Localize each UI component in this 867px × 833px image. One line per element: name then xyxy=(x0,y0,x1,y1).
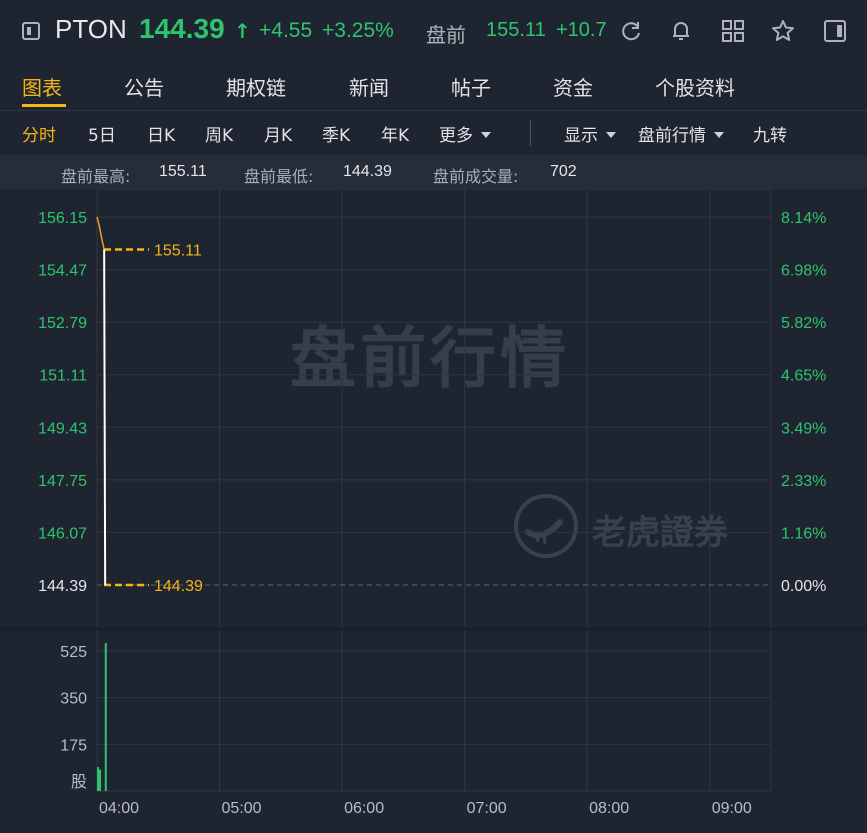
reference-line-label: 155.11 xyxy=(154,243,202,260)
premarket-dropdown[interactable]: 盘前行情 xyxy=(638,121,724,146)
tab-news[interactable]: 新闻 xyxy=(349,72,389,101)
tab-company-profile[interactable]: 个股资料 xyxy=(655,72,735,101)
volume-tick-label: 525 xyxy=(60,644,87,661)
intraday-chart[interactable]: 156.15 154.47 152.79 151.11 149.43 147.75 146.… xyxy=(0,189,867,833)
volume-tick-label: 350 xyxy=(60,691,87,708)
percent-tick-label: 2.33% xyxy=(781,473,826,490)
price-change: +4.55 xyxy=(259,19,313,42)
time-tick-label: 09:00 xyxy=(712,800,752,817)
period-year-k[interactable]: 年K xyxy=(381,121,409,146)
period-intraday[interactable]: 分时 xyxy=(22,121,56,146)
price-axis: 156.15 154.47 152.79 151.11 149.43 147.75 146.… xyxy=(38,210,87,595)
premarket-stats: 盘前最高: 155.11 盘前最低: 144.39 盘前成交量: 702 xyxy=(0,155,867,189)
quote-header: PTON 144.39 ↑ +4.55 +3.25% 盘前 155.11 +10… xyxy=(0,0,867,62)
panel-toggle-icon[interactable] xyxy=(822,18,848,44)
time-tick-label: 07:00 xyxy=(467,800,507,817)
period-week-k[interactable]: 周K xyxy=(205,121,233,146)
period-quarter-k[interactable]: 季K xyxy=(322,121,350,146)
active-tab-indicator xyxy=(22,104,66,107)
last-price: 144.39 xyxy=(139,13,225,44)
bell-icon[interactable] xyxy=(668,18,694,44)
sidebar-toggle-icon[interactable] xyxy=(22,22,40,40)
chart-frame xyxy=(96,189,772,792)
toolbar-divider xyxy=(530,120,531,146)
detail-tabs: 图表 公告 期权链 新闻 帖子 资金 个股资料 xyxy=(0,62,867,111)
percent-tick-label: 1.16% xyxy=(781,525,826,542)
grid-icon[interactable] xyxy=(720,18,746,44)
chevron-down-icon xyxy=(714,132,724,138)
price-tick-label: 152.79 xyxy=(38,315,87,332)
time-tick-label: 05:00 xyxy=(222,800,262,817)
period-more-label: 更多 xyxy=(439,126,473,146)
nine-turn-button[interactable]: 九转 xyxy=(753,121,787,146)
premarket-low-value: 144.39 xyxy=(343,163,392,180)
tab-capital-flow[interactable]: 资金 xyxy=(553,72,593,101)
premarket-volume-value: 702 xyxy=(550,163,577,180)
premarket-volume-label: 盘前成交量: xyxy=(433,167,519,186)
volume-bar xyxy=(104,643,107,791)
time-tick-label: 08:00 xyxy=(589,800,629,817)
period-selector: 分时 5日 日K 周K 月K 季K 年K 更多 显示 盘前行情 九转 xyxy=(0,111,867,155)
tab-announcements[interactable]: 公告 xyxy=(124,72,164,101)
price-tick-label: 147.75 xyxy=(38,473,87,490)
period-5day[interactable]: 5日 xyxy=(88,121,116,146)
premarket-high-value: 155.11 xyxy=(159,163,207,180)
percent-tick-label: 8.14% xyxy=(781,210,826,227)
percent-axis: 8.14% 6.98% 5.82% 4.65% 3.49% 2.33% 1.16% 0.00% xyxy=(781,210,826,595)
premarket-low-label: 盘前最低: xyxy=(244,167,314,186)
price-tick-label: 156.15 xyxy=(38,210,87,227)
stock-symbol: PTON xyxy=(55,14,127,44)
volume-unit-label: 股 xyxy=(71,772,87,791)
tab-options-chain[interactable]: 期权链 xyxy=(226,72,286,101)
refresh-icon[interactable] xyxy=(618,18,644,44)
volume-bar xyxy=(99,769,102,791)
percent-tick-label: 6.98% xyxy=(781,263,826,280)
percent-tick-label: 4.65% xyxy=(781,368,826,385)
price-series-line xyxy=(96,216,105,250)
price-tick-label: 154.47 xyxy=(38,263,87,280)
price-line xyxy=(96,216,107,586)
price-tick-label: 151.11 xyxy=(39,368,87,385)
period-more-dropdown[interactable]: 更多 xyxy=(439,121,491,146)
time-axis: 04:00 05:00 06:00 07:00 08:00 09:00 xyxy=(99,800,752,817)
tab-posts[interactable]: 帖子 xyxy=(451,72,491,101)
period-day-k[interactable]: 日K xyxy=(147,121,175,146)
reference-lines: 155.11 144.39 xyxy=(104,243,203,595)
price-change-percent: +3.25% xyxy=(322,19,394,42)
reference-line-label: 144.39 xyxy=(154,578,203,595)
volume-bar xyxy=(97,767,99,791)
chevron-down-icon xyxy=(481,132,491,138)
premarket-change: +10.72 xyxy=(556,19,606,41)
volume-tick-label: 175 xyxy=(60,737,87,754)
chart-grid xyxy=(0,189,867,792)
tab-chart[interactable]: 图表 xyxy=(22,72,62,101)
percent-tick-label: 0.00% xyxy=(781,578,826,595)
time-tick-label: 04:00 xyxy=(99,800,139,817)
premarket-high-label: 盘前最高: xyxy=(61,167,131,186)
volume-axis: 525 350 175 股 xyxy=(60,644,87,791)
time-tick-label: 06:00 xyxy=(344,800,384,817)
star-icon[interactable] xyxy=(770,18,796,44)
premarket-dropdown-label: 盘前行情 xyxy=(638,126,706,146)
up-arrow-icon: ↑ xyxy=(234,19,251,43)
percent-tick-label: 3.49% xyxy=(781,420,826,437)
display-label: 显示 xyxy=(564,126,598,146)
premarket-price: 155.11 xyxy=(486,19,546,41)
display-dropdown[interactable]: 显示 xyxy=(564,121,616,146)
premarket-label: 盘前 xyxy=(426,23,466,47)
price-tick-label: 146.07 xyxy=(38,525,87,542)
price-tick-label: 149.43 xyxy=(38,420,87,437)
price-drop-line xyxy=(103,249,107,586)
percent-tick-label: 5.82% xyxy=(781,315,826,332)
volume-bars xyxy=(97,643,107,791)
chevron-down-icon xyxy=(606,132,616,138)
price-tick-label: 144.39 xyxy=(38,578,87,595)
period-month-k[interactable]: 月K xyxy=(264,121,292,146)
